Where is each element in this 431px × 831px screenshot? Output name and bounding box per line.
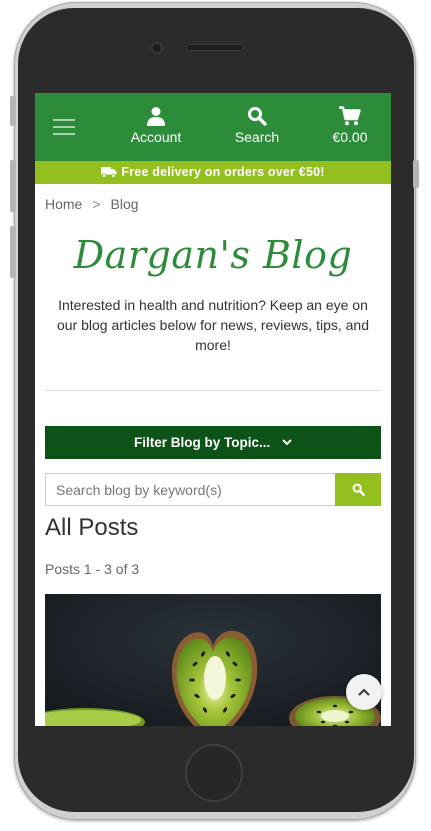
volume-up-button [10, 160, 16, 212]
filter-topic-label: Filter Blog by Topic... [133, 435, 271, 450]
post-thumbnail-kiwi[interactable] [45, 594, 381, 726]
blog-search-button[interactable] [335, 473, 381, 506]
promo-text: Free delivery on orders over €50! [121, 165, 325, 179]
account-label: Account [130, 129, 182, 145]
mute-switch [10, 96, 16, 126]
cart-link[interactable]: €0.00 [324, 105, 376, 149]
scroll-to-top-button[interactable] [346, 674, 382, 710]
filter-topic-button[interactable]: Filter Blog by Topic... [45, 426, 381, 459]
user-icon [147, 107, 165, 126]
account-link[interactable]: Account [125, 105, 187, 149]
search-link[interactable]: Search [230, 105, 284, 149]
blog-search [45, 473, 381, 506]
front-camera [151, 42, 163, 54]
cart-icon [339, 106, 361, 126]
power-button [413, 160, 419, 188]
breadcrumb-current: Blog [110, 196, 139, 212]
truck-icon [101, 167, 117, 178]
phone-screen: Account Search €0.00 Free delivery on or… [35, 93, 391, 726]
volume-down-button [10, 226, 16, 278]
breadcrumb: Home > Blog [45, 196, 139, 212]
earpiece-speaker [186, 44, 244, 51]
search-icon [248, 107, 267, 126]
hamburger-icon[interactable] [53, 115, 77, 137]
chevron-up-icon [358, 688, 370, 696]
chevron-down-icon [282, 439, 292, 446]
cart-total: €0.00 [332, 129, 368, 145]
search-label: Search [234, 129, 280, 145]
breadcrumb-separator: > [92, 196, 101, 212]
page-title: Dargan's Blog [73, 233, 353, 277]
kiwi-heart-image [45, 594, 381, 726]
all-posts-heading: All Posts [45, 514, 139, 541]
search-icon [352, 483, 365, 496]
breadcrumb-home-link[interactable]: Home [45, 196, 82, 212]
site-header: Account Search €0.00 [35, 93, 391, 161]
promo-banner: Free delivery on orders over €50! [35, 161, 391, 184]
blog-intro: Interested in health and nutrition? Keep… [56, 297, 370, 353]
posts-count: Posts 1 - 3 of 3 [45, 561, 140, 577]
blog-search-input[interactable] [45, 473, 336, 506]
divider [45, 390, 381, 391]
home-button[interactable] [185, 744, 243, 802]
